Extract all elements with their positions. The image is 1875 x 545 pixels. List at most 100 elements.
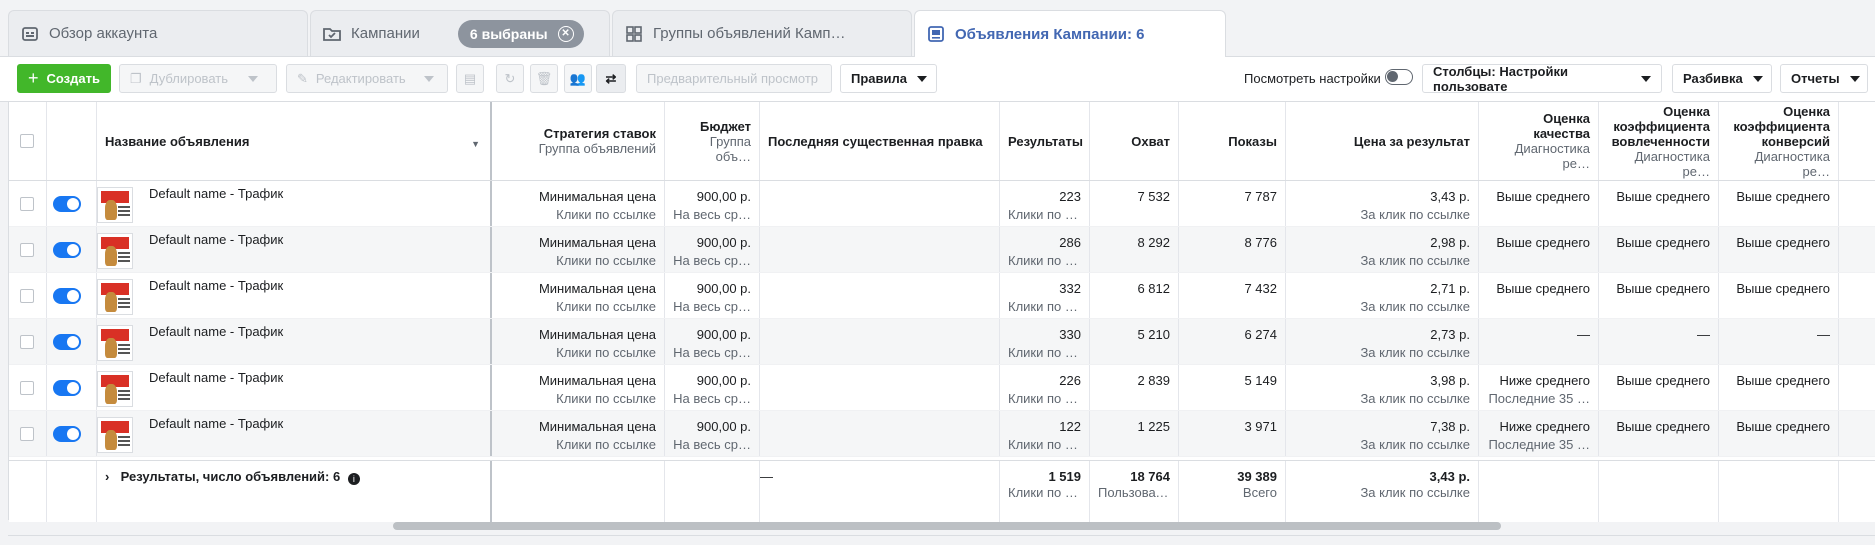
totals-impressions: 39 389 Всего <box>1179 461 1286 522</box>
ad-status-toggle[interactable] <box>53 288 81 304</box>
ad-name-cell[interactable]: Default name - Трафик <box>97 273 492 318</box>
conversion-cell: Выше среднего <box>1719 365 1839 410</box>
chevron-right-icon[interactable]: › <box>105 469 117 485</box>
breakdown-button[interactable]: Разбивка <box>1672 64 1772 93</box>
engagement-cell: Выше среднего <box>1599 411 1719 456</box>
header-engagement[interactable]: Оценка коэффициента вовлеченности Диагно… <box>1599 102 1719 180</box>
engagement-cell: Выше среднего <box>1599 365 1719 410</box>
columns-button[interactable]: Столбцы: Настройки пользовате <box>1422 64 1662 94</box>
header-sublabel: Диагностика ре… <box>1754 148 1830 179</box>
selected-badge[interactable]: 6 выбраны ✕ <box>457 19 584 48</box>
create-button[interactable]: + Создать <box>17 64 111 93</box>
ad-name-cell[interactable]: Default name - Трафик <box>97 181 492 226</box>
table-row[interactable]: Default name - Трафик Минимальная цена Кли… <box>9 181 1875 227</box>
tab-ads[interactable]: Объявления Кампании: 6 <box>914 10 1226 57</box>
ad-name-cell[interactable]: Default name - Трафик <box>97 227 492 272</box>
ad-name-cell[interactable]: Default name - Трафик <box>97 365 492 410</box>
ad-name-link[interactable]: Default name - Трафик <box>149 415 283 433</box>
row-select-cell <box>9 411 47 456</box>
ad-status-toggle[interactable] <box>53 380 81 396</box>
ad-name-cell[interactable]: Default name - Трафик <box>97 411 492 456</box>
last-edit-cell <box>760 181 1000 226</box>
header-last-edit[interactable]: Последняя существенная правка <box>760 102 1000 180</box>
ab-test-icon[interactable]: ⇄ <box>596 64 626 93</box>
ad-thumbnail <box>97 279 133 315</box>
trash-icon[interactable]: 🗑 <box>530 64 558 93</box>
last-edit-cell <box>760 411 1000 456</box>
header-quality[interactable]: Оценка качества Диагностика ре… <box>1479 102 1599 180</box>
row-select-cell <box>9 273 47 318</box>
header-strategy[interactable]: Стратегия ставок Группа объявлений <box>492 102 665 180</box>
ad-name-link[interactable]: Default name - Трафик <box>149 369 283 387</box>
ad-name-link[interactable]: Default name - Трафик <box>149 277 283 295</box>
totals-results-sub: Клики по сс… <box>1008 485 1081 500</box>
view-settings-toggle[interactable] <box>1385 69 1413 85</box>
clipboard-icon[interactable]: ▤ <box>456 64 484 93</box>
reach-cell: 7 532 <box>1090 181 1179 226</box>
row-checkbox[interactable] <box>20 427 34 441</box>
impressions-cell: 5 149 <box>1179 365 1286 410</box>
ad-status-toggle[interactable] <box>53 426 81 442</box>
header-ad-name[interactable]: Название объявления ▼ <box>97 102 492 180</box>
cost-sub: За клик по ссылке <box>1360 207 1470 222</box>
totals-quality <box>1479 461 1599 522</box>
horizontal-scrollbar[interactable] <box>393 522 1501 530</box>
reports-button[interactable]: Отчеты <box>1780 64 1868 93</box>
row-checkbox[interactable] <box>20 289 34 303</box>
rules-button[interactable]: Правила <box>840 64 937 93</box>
info-icon[interactable]: i <box>347 473 360 485</box>
results-sub: Клики по с… <box>1008 345 1081 360</box>
ad-name-link[interactable]: Default name - Трафик <box>149 185 283 203</box>
table-row[interactable]: Default name - Трафик Минимальная цена Кли… <box>9 319 1875 365</box>
table-row[interactable]: Default name - Трафик Минимальная цена Кли… <box>9 227 1875 273</box>
strategy-cell: Минимальная цена Клики по ссылке <box>492 181 665 226</box>
header-results[interactable]: Результаты <box>1000 102 1090 180</box>
last-edit-cell <box>760 273 1000 318</box>
audience-icon[interactable]: 👥 <box>564 64 592 93</box>
duplicate-button[interactable]: ❐ Дублировать <box>119 64 277 93</box>
strategy-value: Минимальная цена <box>538 189 656 204</box>
quality-cell: Выше среднего <box>1479 227 1599 272</box>
reports-label: Отчеты <box>1791 71 1840 86</box>
strategy-value: Минимальная цена <box>538 235 656 250</box>
refresh-icon[interactable]: ↻ <box>496 64 524 93</box>
table-row[interactable]: Default name - Трафик Минимальная цена Кли… <box>9 411 1875 457</box>
header-label: Охват <box>1131 133 1170 149</box>
budget-cell: 900,00 р. На весь ср… <box>665 181 760 226</box>
header-conversion[interactable]: Оценка коэффициента конверсий Диагностик… <box>1719 102 1839 180</box>
row-checkbox[interactable] <box>20 243 34 257</box>
totals-strategy <box>492 461 665 522</box>
tab-account-overview[interactable]: Обзор аккаунта <box>8 10 308 56</box>
header-budget[interactable]: Бюджет Группа объ… <box>665 102 760 180</box>
table-row[interactable]: Default name - Трафик Минимальная цена Кли… <box>9 273 1875 319</box>
quality-value: — <box>1577 327 1590 342</box>
select-all-checkbox[interactable] <box>20 134 34 148</box>
ad-status-toggle[interactable] <box>53 242 81 258</box>
ad-name-link[interactable]: Default name - Трафик <box>149 323 283 341</box>
ad-name-cell[interactable]: Default name - Трафик <box>97 319 492 364</box>
clear-selection-icon[interactable]: ✕ <box>557 25 574 42</box>
ad-status-toggle[interactable] <box>53 334 81 350</box>
row-checkbox[interactable] <box>20 381 34 395</box>
sort-icon[interactable]: ▼ <box>471 137 480 152</box>
results-value: 332 <box>1059 281 1081 296</box>
cost-cell: 2,98 р. За клик по ссылке <box>1286 227 1479 272</box>
ad-name-link[interactable]: Default name - Трафик <box>149 231 283 249</box>
tab-campaigns[interactable]: Кампании 6 выбраны ✕ <box>310 10 610 56</box>
header-impressions[interactable]: Показы <box>1179 102 1286 180</box>
header-cost[interactable]: Цена за результат <box>1286 102 1479 180</box>
totals-reach: 18 764 Пользователи <box>1090 461 1179 522</box>
edit-button[interactable]: ✎ Редактировать <box>286 64 448 93</box>
row-checkbox[interactable] <box>20 197 34 211</box>
conversion-cell: — <box>1719 319 1839 364</box>
table-row[interactable]: Default name - Трафик Минимальная цена Кли… <box>9 365 1875 411</box>
tab-ad-sets[interactable]: Группы объявлений Камп… <box>612 10 912 56</box>
engagement-cell: Выше среднего <box>1599 181 1719 226</box>
row-checkbox[interactable] <box>20 335 34 349</box>
preview-button[interactable]: Предварительный просмотр <box>636 64 832 93</box>
ad-status-toggle[interactable] <box>53 196 81 212</box>
header-reach[interactable]: Охват <box>1090 102 1179 180</box>
results-cell: 223 Клики по с… <box>1000 181 1090 226</box>
totals-label-cell[interactable]: › Результаты, число объявлений: 6 i <box>97 461 492 522</box>
results-value: 330 <box>1059 327 1081 342</box>
